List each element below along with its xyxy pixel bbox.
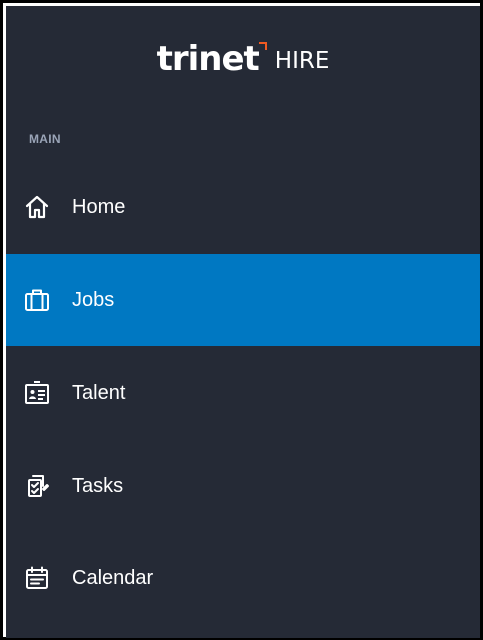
sidebar: trinet HIRE MAIN Home Jobs Talent Tasks …: [6, 6, 480, 638]
sidebar-item-label: Talent: [72, 381, 126, 404]
sidebar-item-tasks[interactable]: Tasks: [6, 440, 480, 532]
sidebar-item-label: Home: [72, 195, 126, 218]
logo-suffix: HIRE: [274, 48, 330, 74]
brand-logo[interactable]: trinet HIRE: [6, 36, 480, 76]
id-card-icon: [23, 379, 51, 407]
sidebar-item-label: Jobs: [72, 288, 115, 311]
home-icon: [23, 193, 51, 221]
section-label-main: MAIN: [29, 132, 61, 146]
sidebar-item-calendar[interactable]: Calendar: [6, 532, 480, 624]
tasks-icon: [23, 472, 51, 500]
calendar-icon: [23, 564, 51, 592]
sidebar-item-label: Calendar: [72, 566, 154, 589]
briefcase-icon: [23, 286, 51, 314]
sidebar-item-home[interactable]: Home: [6, 161, 480, 253]
logo-corner-mark: [258, 42, 267, 50]
sidebar-item-jobs[interactable]: Jobs: [6, 254, 480, 346]
logo-wordmark-text: trinet: [156, 39, 260, 79]
screenshot-frame: trinet HIRE MAIN Home Jobs Talent Tasks …: [0, 0, 483, 640]
logo-wordmark: trinet: [156, 39, 267, 79]
sidebar-item-talent[interactable]: Talent: [6, 347, 480, 439]
sidebar-item-label: Tasks: [72, 474, 124, 497]
